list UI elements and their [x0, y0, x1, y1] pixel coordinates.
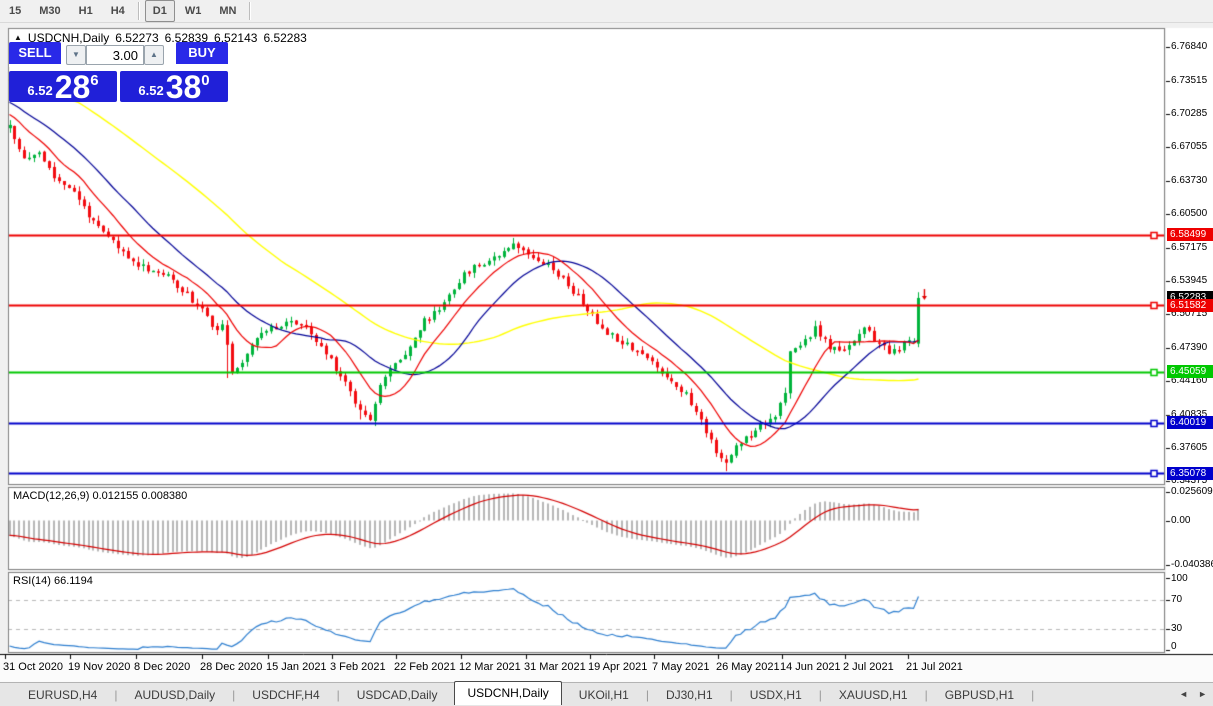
chart-tab-usdchf[interactable]: USDCHF,H4 [242, 685, 329, 705]
price-tick-label: 6.73515 [1171, 75, 1208, 87]
chart-tab-ukoil[interactable]: UKOil,H1 [569, 685, 639, 705]
buy-price-box[interactable]: 6.52 38 0 [120, 68, 228, 105]
tab-separator: | [1031, 687, 1035, 702]
tab-scroll-right-icon[interactable]: ► [1198, 689, 1207, 699]
date-tick-label: 14 Jun 2021 [780, 661, 841, 673]
buy-button[interactable]: BUY [176, 42, 228, 67]
macd-tick-label: 0.025609 [1171, 486, 1213, 498]
date-tick-label: 12 Mar 2021 [459, 661, 521, 673]
hline-price-label: 6.40019 [1167, 416, 1213, 430]
date-tick-label: 19 Apr 2021 [588, 661, 648, 673]
hline-price-label: 6.58499 [1167, 228, 1213, 241]
date-tick-label: 15 Jan 2021 [266, 661, 327, 673]
date-tick-label: 31 Oct 2020 [3, 661, 63, 673]
triangle-down-icon: ▼ [72, 50, 80, 59]
date-tick-label: 31 Mar 2021 [524, 661, 586, 673]
chart-tab-audusd[interactable]: AUDUSD,Daily [124, 685, 225, 705]
buy-price-big: 38 [165, 68, 202, 105]
price-tick-label: 6.67055 [1171, 141, 1208, 153]
date-tick-label: 19 Nov 2020 [68, 661, 131, 673]
price-tick-label: 6.76840 [1171, 41, 1208, 53]
toolbar-separator [249, 2, 252, 20]
timeframe-button-h4[interactable]: H4 [103, 0, 133, 22]
volume-increase-button[interactable]: ▲ [144, 45, 164, 65]
chart-tab-gbpusd[interactable]: GBPUSD,H1 [935, 685, 1024, 705]
tab-separator: | [729, 687, 733, 702]
macd-label: MACD(12,26,9) 0.012155 0.008380 [13, 490, 188, 502]
chart-tab-dj30[interactable]: DJ30,H1 [656, 685, 723, 705]
chart-tab-usdx[interactable]: USDX,H1 [740, 685, 812, 705]
price-tick-label: 6.47390 [1171, 341, 1208, 353]
date-tick-label: 26 May 2021 [716, 661, 780, 673]
date-tick-label: 28 Dec 2020 [200, 661, 263, 673]
toolbar-separator [137, 2, 140, 20]
rsi-tick-label: 70 [1171, 593, 1183, 605]
sell-price-box[interactable]: 6.52 28 6 [9, 68, 117, 105]
chart-tab-xauusd[interactable]: XAUUSD,H1 [829, 685, 918, 705]
chart-tab-bar: EURUSD,H4 | AUDUSD,Daily | USDCHF,H4 | USDCAD,… [0, 681, 1213, 706]
date-tick-label: 21 Jul 2021 [906, 661, 963, 673]
tab-scroll-left-icon[interactable]: ◄ [1179, 689, 1188, 699]
date-tick-label: 8 Dec 2020 [134, 661, 191, 673]
sell-button[interactable]: SELL [9, 42, 61, 67]
tab-separator: | [924, 687, 928, 702]
rsi-label: RSI(14) 66.1194 [13, 575, 93, 587]
price-tick-label: 6.57175 [1171, 242, 1208, 253]
chart-tab-eurusd[interactable]: EURUSD,H4 [18, 685, 107, 705]
price-tick-label: 6.53945 [1171, 274, 1208, 286]
triangle-up-icon: ▲ [150, 50, 158, 59]
sell-price-big: 28 [54, 68, 91, 105]
rsi-tick-label: 100 [1171, 573, 1188, 584]
price-chart-canvas[interactable] [0, 0, 1213, 706]
date-tick-label: 2 Jul 2021 [843, 661, 894, 673]
tab-separator: | [114, 687, 118, 702]
timeframe-button-15[interactable]: 15 [1, 0, 29, 22]
quote-close: 6.52283 [263, 31, 307, 45]
timeframe-button-mn[interactable]: MN [211, 0, 244, 22]
price-tick-label: 6.37605 [1171, 441, 1208, 453]
macd-tick-label: 0.00 [1171, 514, 1191, 526]
sell-price-sup: 6 [90, 72, 99, 89]
buy-price-small: 6.52 [138, 83, 164, 98]
rsi-tick-label: 0 [1171, 641, 1177, 652]
date-tick-label: 22 Feb 2021 [394, 661, 456, 673]
volume-decrease-button[interactable]: ▼ [66, 45, 86, 65]
sell-price-small: 6.52 [27, 83, 53, 98]
timeframe-button-m30[interactable]: M30 [31, 0, 68, 22]
chart-tab-usdcad[interactable]: USDCAD,Daily [347, 685, 448, 705]
tab-separator: | [336, 687, 340, 702]
timeframe-button-h1[interactable]: H1 [71, 0, 101, 22]
hline-price-label: 6.51582 [1167, 298, 1213, 312]
price-tick-label: 6.60500 [1171, 208, 1208, 220]
tab-separator: | [645, 687, 649, 702]
buy-price-sup: 0 [201, 72, 210, 89]
tab-separator: | [818, 687, 822, 702]
date-tick-label: 3 Feb 2021 [330, 661, 386, 673]
chart-tab-usdcnh[interactable]: USDCNH,Daily [454, 681, 562, 705]
date-tick-label: 7 May 2021 [652, 661, 710, 673]
timeframe-button-d1[interactable]: D1 [144, 0, 175, 22]
timeframe-toolbar: 15 M30 H1 H4 D1 W1 MN [0, 0, 1213, 23]
one-click-trading-widget: SELL ▼ ▲ BUY 6.52 28 6 6.52 38 0 [9, 42, 228, 105]
rsi-tick-label: 30 [1171, 623, 1183, 635]
price-tick-label: 6.63730 [1171, 175, 1208, 187]
volume-input[interactable] [86, 45, 144, 65]
macd-tick-label: -0.040386 [1171, 558, 1213, 570]
tab-separator: | [232, 687, 236, 702]
hline-price-label: 6.45059 [1167, 365, 1213, 379]
hline-price-label: 6.35078 [1167, 466, 1213, 480]
timeframe-button-w1[interactable]: W1 [177, 0, 210, 22]
price-tick-label: 6.70285 [1171, 108, 1208, 120]
